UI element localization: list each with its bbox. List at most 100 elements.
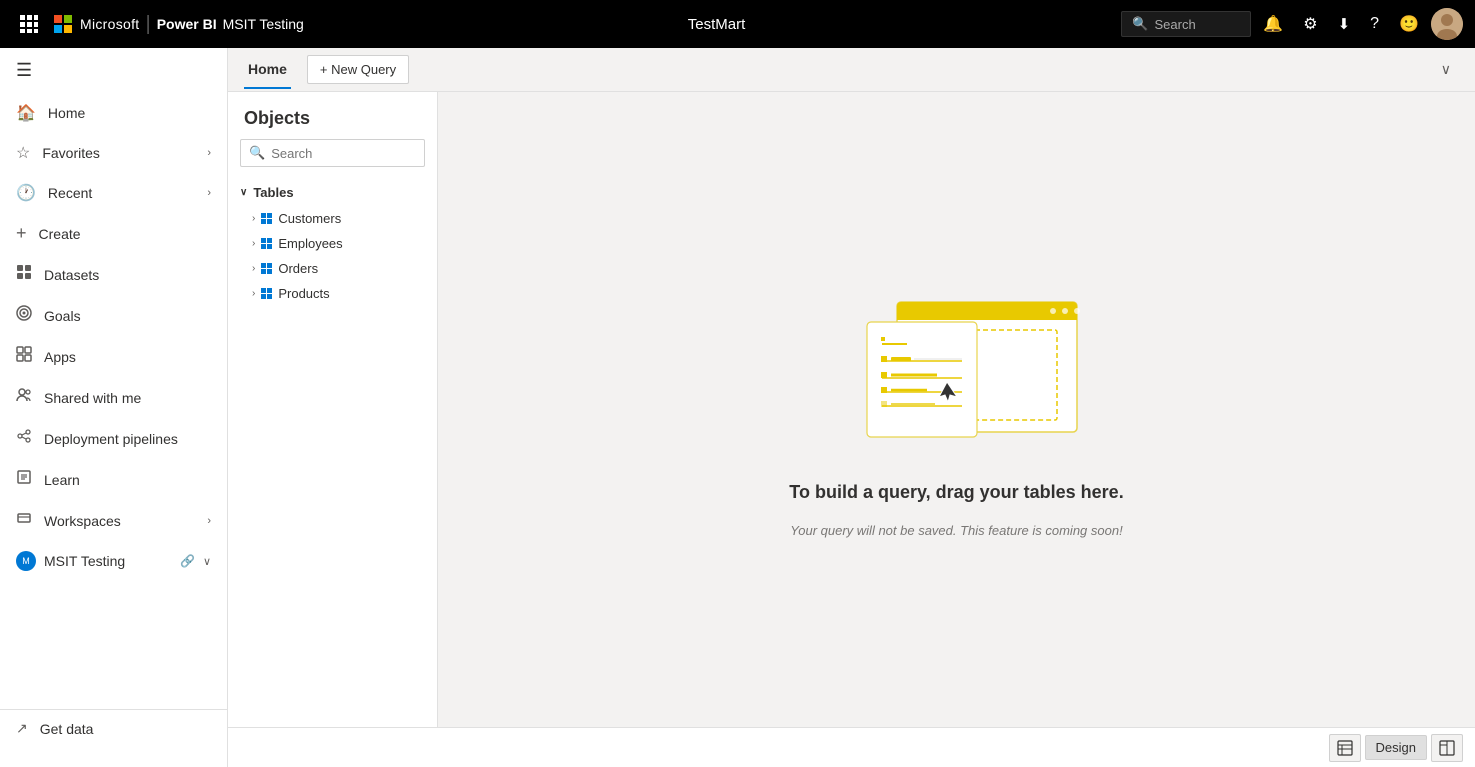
- gear-icon: ⚙: [1303, 14, 1317, 34]
- external-link-icon: 🔗: [180, 554, 195, 568]
- content-row: Objects 🔍 ∨ Tables ›: [228, 92, 1475, 727]
- global-search[interactable]: 🔍 Search: [1121, 11, 1251, 37]
- sidebar-item-label: Apps: [44, 349, 211, 365]
- microsoft-label: Microsoft: [80, 16, 140, 32]
- workspaces-icon: [16, 510, 32, 531]
- table-item-products[interactable]: › Products: [228, 281, 437, 306]
- home-tab[interactable]: Home: [244, 51, 291, 89]
- org-label: MSIT Testing: [223, 16, 304, 32]
- sidebar-item-label: Create: [39, 226, 211, 242]
- deployment-icon: [16, 428, 32, 449]
- table-name: Customers: [278, 211, 341, 226]
- sidebar-item-label: Goals: [44, 308, 211, 324]
- datasets-icon: [16, 264, 32, 285]
- apps-icon: [16, 346, 32, 367]
- sidebar-item-shared[interactable]: Shared with me: [0, 377, 227, 418]
- sidebar-item-create[interactable]: + Create: [0, 213, 227, 254]
- sidebar-item-msit-testing[interactable]: M MSIT Testing 🔗 ∨: [0, 541, 227, 581]
- favorites-icon: ☆: [16, 143, 30, 163]
- download-button[interactable]: ⬇: [1330, 9, 1359, 39]
- sidebar-item-label: Deployment pipelines: [44, 431, 211, 447]
- smiley-icon: 🙂: [1399, 14, 1419, 34]
- page-title: TestMart: [312, 16, 1122, 33]
- illustration: [817, 282, 1097, 462]
- table-item-orders[interactable]: › Orders: [228, 256, 437, 281]
- settings-button[interactable]: ⚙: [1295, 8, 1325, 40]
- search-icon: 🔍: [1132, 16, 1148, 32]
- table-icon: [261, 213, 272, 224]
- table-view-icon: [1337, 740, 1353, 756]
- table-icon: [261, 238, 272, 249]
- main-area: Home + New Query ∨ Objects 🔍 ∨ Tables: [228, 48, 1475, 767]
- sidebar-item-label: Shared with me: [44, 390, 211, 406]
- create-icon: +: [16, 223, 27, 244]
- table-item-employees[interactable]: › Employees: [228, 231, 437, 256]
- shared-icon: [16, 387, 32, 408]
- split-view-icon: [1439, 740, 1455, 756]
- top-nav-icons: 🔍 Search 🔔 ⚙ ⬇ ? 🙂: [1121, 8, 1463, 40]
- new-query-button[interactable]: + New Query: [307, 55, 409, 84]
- tables-label: Tables: [253, 185, 293, 200]
- sidebar-item-label: Datasets: [44, 267, 211, 283]
- objects-title: Objects: [228, 92, 437, 139]
- canvas-sub-text: Your query will not be saved. This featu…: [790, 523, 1122, 538]
- search-icon: 🔍: [249, 145, 265, 161]
- objects-search[interactable]: 🔍: [240, 139, 425, 167]
- help-icon: ?: [1370, 15, 1379, 33]
- header-bar: Home + New Query ∨: [228, 48, 1475, 92]
- sidebar-item-label: Favorites: [42, 145, 195, 161]
- get-data-icon: ↗: [16, 720, 28, 737]
- sidebar-item-recent[interactable]: 🕐 Recent ›: [0, 173, 227, 213]
- objects-panel: Objects 🔍 ∨ Tables ›: [228, 92, 438, 727]
- sidebar-item-label: Recent: [48, 185, 195, 201]
- table-item-customers[interactable]: › Customers: [228, 206, 437, 231]
- bell-icon: 🔔: [1263, 14, 1283, 34]
- sidebar-item-goals[interactable]: Goals: [0, 295, 227, 336]
- tables-header[interactable]: ∨ Tables: [228, 179, 437, 206]
- sidebar-item-learn[interactable]: Learn: [0, 459, 227, 500]
- table-name: Orders: [278, 261, 318, 276]
- sidebar-item-deployment[interactable]: Deployment pipelines: [0, 418, 227, 459]
- search-label: Search: [1155, 17, 1196, 32]
- table-view-button[interactable]: [1329, 734, 1361, 762]
- illustration-container: To build a query, drag your tables here.…: [789, 282, 1123, 538]
- help-button[interactable]: ?: [1362, 9, 1387, 39]
- table-name: Employees: [278, 236, 342, 251]
- expand-button[interactable]: ∨: [1433, 57, 1459, 82]
- feedback-button[interactable]: 🙂: [1391, 8, 1427, 40]
- goals-icon: [16, 305, 32, 326]
- expand-arrow-icon: ›: [252, 288, 255, 299]
- powerbi-label: Power BI: [157, 16, 217, 32]
- sidebar-item-label: Workspaces: [44, 513, 195, 529]
- design-button[interactable]: Design: [1365, 735, 1427, 760]
- home-icon: 🏠: [16, 103, 36, 123]
- nav-divider: |: [146, 13, 151, 36]
- sidebar-item-get-data[interactable]: ↗ Get data: [0, 709, 227, 747]
- search-input[interactable]: [271, 146, 438, 161]
- table-icon: [261, 263, 272, 274]
- canvas-main-text: To build a query, drag your tables here.: [789, 482, 1123, 503]
- grid-menu-icon[interactable]: [12, 7, 46, 41]
- chevron-right-icon: ›: [207, 515, 211, 527]
- sidebar-item-favorites[interactable]: ☆ Favorites ›: [0, 133, 227, 173]
- user-avatar[interactable]: [1431, 8, 1463, 40]
- ms-logo: Microsoft | Power BI MSIT Testing: [46, 13, 312, 36]
- ms-squares: [54, 15, 72, 33]
- sidebar-item-home[interactable]: 🏠 Home: [0, 93, 227, 133]
- msit-testing-label: MSIT Testing: [44, 553, 172, 569]
- split-view-button[interactable]: [1431, 734, 1463, 762]
- chevron-down-icon: ∨: [240, 187, 247, 198]
- download-icon: ⬇: [1338, 15, 1351, 33]
- notifications-button[interactable]: 🔔: [1255, 8, 1291, 40]
- canvas-area: To build a query, drag your tables here.…: [438, 92, 1475, 727]
- chevron-right-icon: ›: [207, 187, 211, 199]
- sidebar-item-workspaces[interactable]: Workspaces ›: [0, 500, 227, 541]
- sidebar-item-label: Learn: [44, 472, 211, 488]
- expand-arrow-icon: ›: [252, 263, 255, 274]
- sidebar-item-apps[interactable]: Apps: [0, 336, 227, 377]
- tables-section: ∨ Tables › Customers ›: [228, 179, 437, 314]
- expand-arrow-icon: ›: [252, 213, 255, 224]
- recent-icon: 🕐: [16, 183, 36, 203]
- sidebar-collapse-button[interactable]: ☰: [0, 48, 227, 93]
- sidebar-item-datasets[interactable]: Datasets: [0, 254, 227, 295]
